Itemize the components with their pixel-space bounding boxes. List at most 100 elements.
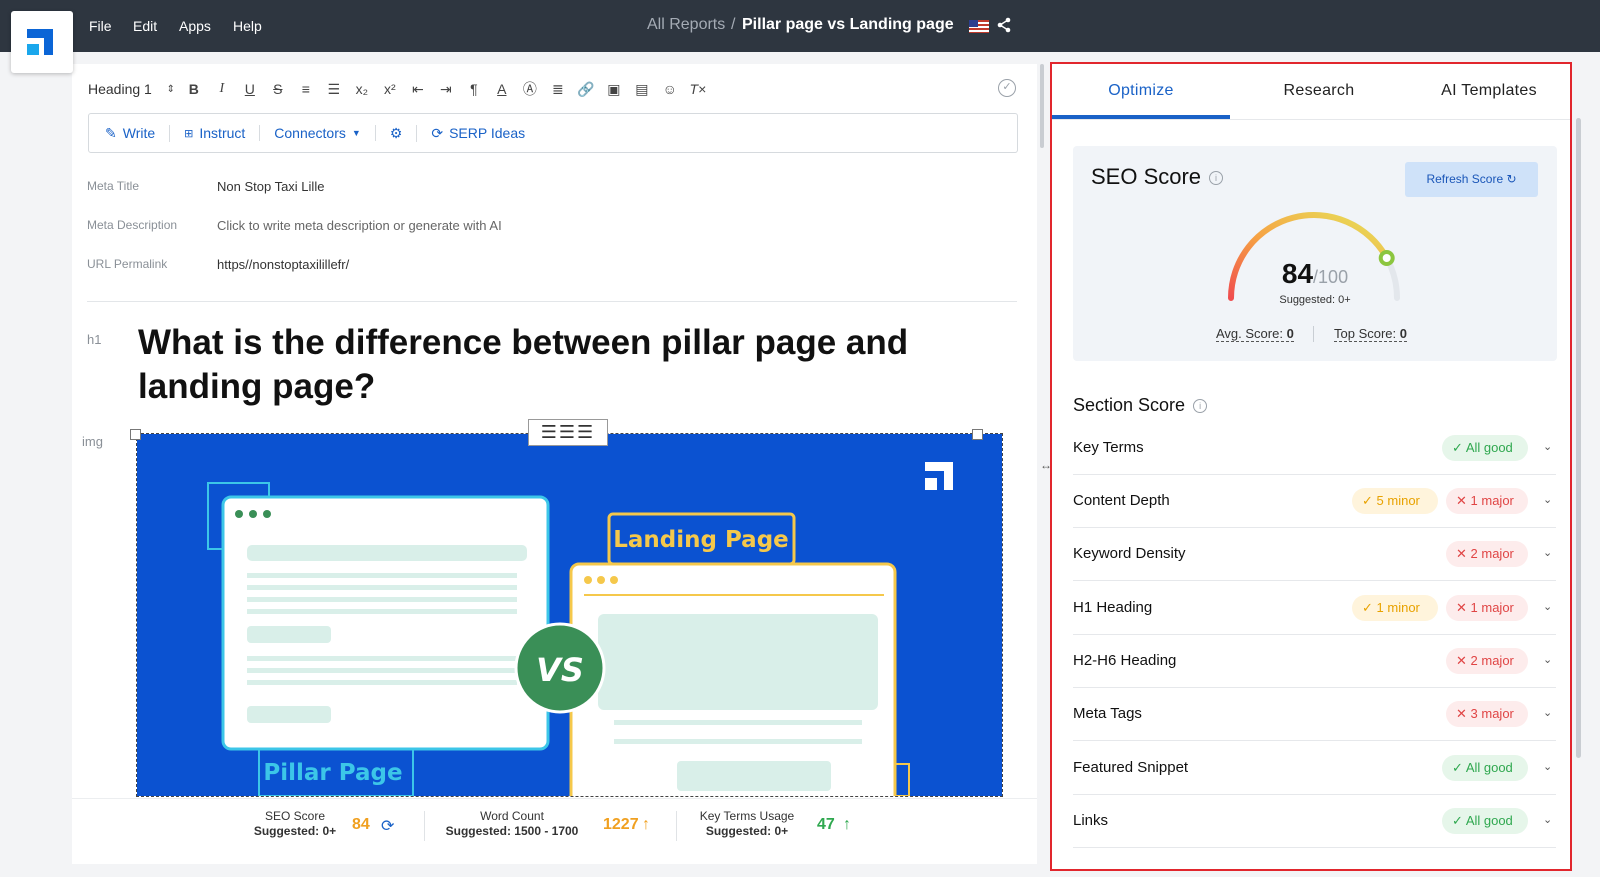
breadcrumb-parent[interactable]: All Reports [647, 16, 725, 34]
ai-tools-bar: ✎ Write ⊞ Instruct Connectors ▼ ⚙ ⟳ SERP Ide… [88, 113, 1018, 153]
close-icon: ✕ [1456, 493, 1467, 508]
seo-score-stat-value: 84 [352, 816, 370, 833]
panel-tabs: Optimize Research AI Templates [1052, 64, 1570, 120]
settings-button[interactable]: ⚙ [390, 124, 418, 142]
menu-edit[interactable]: Edit [133, 18, 157, 34]
emoji-icon[interactable]: ☺ [656, 81, 684, 97]
active-tab-indicator [1052, 115, 1230, 119]
us-flag-icon[interactable] [969, 20, 989, 33]
heading-select-arrows-icon[interactable]: ⇕ [162, 84, 180, 95]
chevron-down-icon[interactable]: ⌄ [1543, 600, 1552, 613]
indent-icon[interactable]: ⇥ [432, 81, 460, 98]
link-icon[interactable]: 🔗 [572, 81, 600, 98]
seo-score-gauge [1228, 212, 1400, 301]
seo-score-stat: SEO Score Suggested: 0+ [240, 809, 350, 839]
article-image[interactable]: Pillar Page Landing Page VS [136, 433, 1003, 797]
underline-icon[interactable]: U [236, 81, 264, 97]
landing-page-image-text: Landing Page [613, 527, 789, 553]
arrow-up-icon: ↑ [843, 816, 851, 833]
chevron-down-icon[interactable]: ⌄ [1543, 653, 1552, 666]
seo-score-title: SEO Score i [1091, 164, 1224, 190]
chevron-down-icon[interactable]: ⌄ [1543, 493, 1552, 506]
resize-handle-top-left[interactable] [130, 429, 141, 440]
strikethrough-icon[interactable]: S [264, 81, 292, 97]
app-logo[interactable] [11, 11, 73, 73]
arrow-up-icon: ↑ [642, 816, 650, 833]
close-icon: ✕ [1456, 546, 1467, 561]
superscript-icon[interactable]: x² [376, 81, 404, 97]
meta-description-field[interactable]: Click to write meta description or gener… [217, 218, 717, 233]
chevron-down-icon[interactable]: ⌄ [1543, 760, 1552, 773]
editor-scrollbar[interactable] [1040, 64, 1044, 148]
share-icon[interactable] [996, 17, 1012, 33]
all-good-badge: ✓ All good [1442, 755, 1528, 781]
clear-format-icon[interactable]: T× [684, 81, 712, 97]
avg-score[interactable]: Avg. Score: 0 [1216, 326, 1294, 342]
video-icon[interactable]: ▤ [628, 81, 656, 98]
tab-research[interactable]: Research [1230, 82, 1408, 100]
chevron-down-icon[interactable]: ⌄ [1543, 546, 1552, 559]
write-button[interactable]: ✎ Write [105, 124, 171, 142]
refresh-icon[interactable]: ⟳ [381, 816, 394, 836]
vs-image-text: VS [536, 651, 584, 689]
seo-score-stat-suggested: Suggested: 0+ [253, 824, 337, 838]
check-icon: ✓ [1452, 760, 1463, 775]
subscript-icon[interactable]: x₂ [348, 81, 376, 97]
image-align-control[interactable]: ☰☰☰ [528, 419, 608, 446]
bold-icon[interactable]: B [180, 81, 208, 97]
seo-score-stat-label: SEO Score [264, 809, 326, 823]
bullet-list-icon[interactable]: ☰ [320, 81, 348, 98]
all-good-badge: ✓ All good [1442, 808, 1528, 834]
key-terms-stat-label: Key Terms Usage [699, 809, 795, 823]
url-permalink-label: URL Permalink [87, 257, 168, 271]
panel-scrollbar[interactable] [1576, 118, 1581, 758]
minor-badge: ✓ 5 minor [1352, 488, 1438, 514]
section-score-row-label: Content Depth [1073, 492, 1170, 509]
article-heading[interactable]: What is the difference between pillar pa… [138, 321, 998, 409]
image-icon[interactable]: ▣ [600, 81, 628, 98]
menu-help[interactable]: Help [233, 18, 262, 34]
menu-apps[interactable]: Apps [179, 18, 211, 34]
section-score-row[interactable]: H2-H6 Heading ✕ 2 major ⌄ [1073, 635, 1556, 688]
major-badge-text: 1 major [1470, 493, 1514, 508]
chevron-down-icon[interactable]: ⌄ [1543, 440, 1552, 453]
section-score-row[interactable]: Key Terms ✓ All good ⌄ [1073, 422, 1556, 475]
menu-file[interactable]: File [89, 18, 112, 34]
chevron-down-icon[interactable]: ⌄ [1543, 706, 1552, 719]
section-score-row[interactable]: Meta Tags ✕ 3 major ⌄ [1073, 688, 1556, 741]
instruct-button[interactable]: ⊞ Instruct [184, 125, 261, 141]
seo-score-max: /100 [1313, 267, 1349, 287]
section-score-row[interactable]: Keyword Density ✕ 2 major ⌄ [1073, 528, 1556, 581]
heading-select[interactable]: Heading 1 [88, 81, 152, 97]
meta-title-field[interactable]: Non Stop Taxi Lille [217, 179, 717, 194]
highlight-icon[interactable]: Ⓐ [516, 79, 544, 99]
resize-handle-top-right[interactable] [972, 429, 983, 440]
numbered-list-icon[interactable]: ≡ [292, 81, 320, 97]
tab-ai-templates[interactable]: AI Templates [1408, 82, 1570, 100]
url-permalink-field[interactable]: https//nonstoptaxilillefr/ [217, 257, 717, 272]
paragraph-direction-icon[interactable]: ¶ [460, 81, 488, 97]
minor-badge-text: 1 minor [1376, 600, 1420, 615]
italic-icon[interactable]: I [208, 81, 236, 97]
section-score-row[interactable]: Links ✓ All good ⌄ [1073, 795, 1556, 848]
info-icon[interactable]: i [1209, 171, 1224, 186]
outdent-icon[interactable]: ⇤ [404, 81, 432, 98]
seo-score-number: 84 [1281, 258, 1314, 289]
section-score-row-label: Keyword Density [1073, 545, 1186, 562]
section-score-row[interactable]: Content Depth ✕ 1 major ✓ 5 minor ⌄ [1073, 475, 1556, 528]
text-color-icon[interactable]: A [488, 81, 516, 97]
tab-optimize[interactable]: Optimize [1052, 82, 1230, 100]
refresh-search-icon: ⟳ [431, 124, 444, 141]
refresh-score-button[interactable]: Refresh Score ↻ [1405, 162, 1538, 197]
info-icon[interactable]: i [1193, 399, 1208, 414]
align-icon[interactable]: ≣ [544, 81, 572, 98]
serp-ideas-button[interactable]: ⟳ SERP Ideas [431, 125, 539, 142]
top-score[interactable]: Top Score: 0 [1334, 326, 1408, 342]
major-badge-text: 1 major [1470, 600, 1514, 615]
section-score-row[interactable]: H1 Heading ✕ 1 major ✓ 1 minor ⌄ [1073, 582, 1556, 635]
connectors-dropdown[interactable]: Connectors ▼ [274, 125, 376, 141]
major-badge: ✕ 1 major [1446, 595, 1528, 621]
section-score-row[interactable]: Featured Snippet ✓ All good ⌄ [1073, 742, 1556, 795]
chevron-down-icon[interactable]: ⌄ [1543, 813, 1552, 826]
write-label: Write [122, 125, 156, 141]
